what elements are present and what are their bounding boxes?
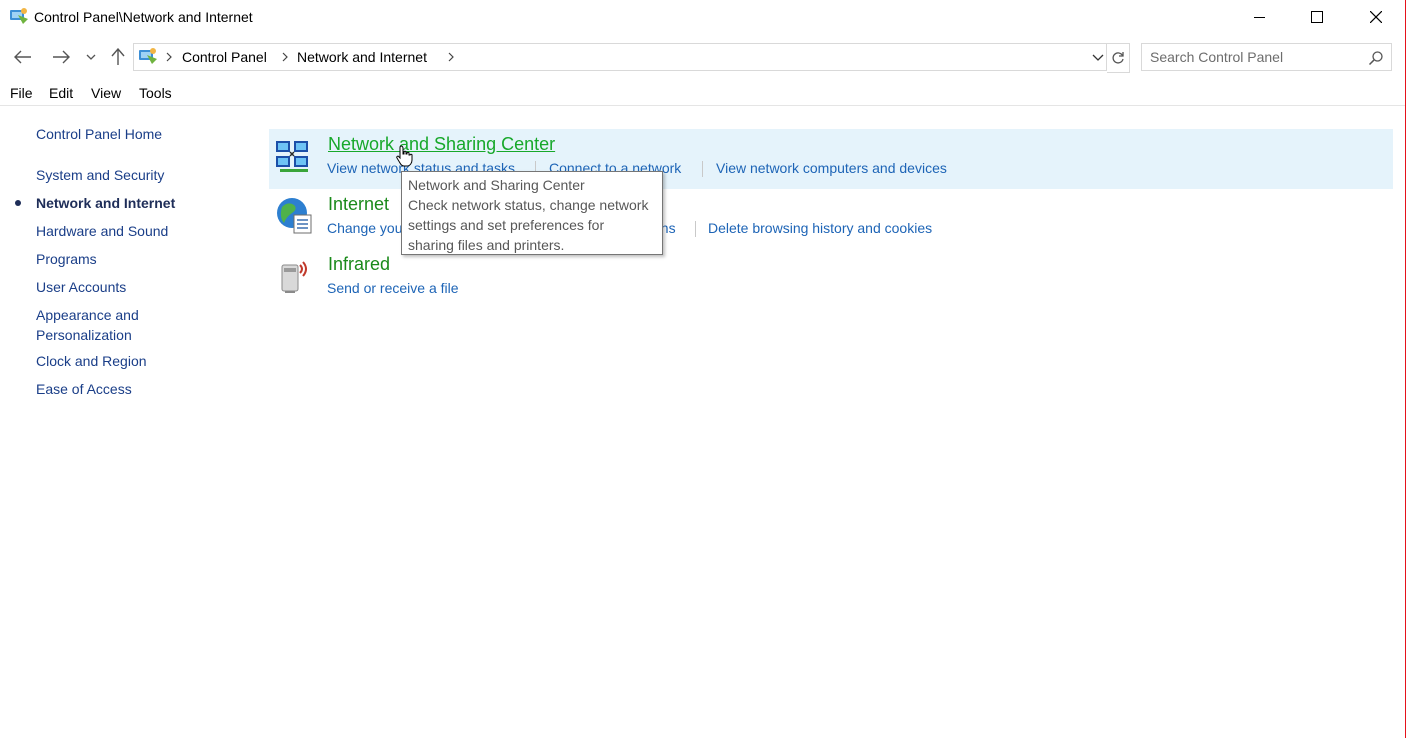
network-sharing-icon <box>276 141 308 172</box>
internet-globe-icon <box>277 198 312 234</box>
category-title-infrared[interactable]: Infrared <box>328 254 390 275</box>
sidebar-item-user-accounts[interactable]: User Accounts <box>36 277 126 297</box>
control-panel-icon <box>10 8 28 24</box>
tooltip: Network and Sharing Center Check network… <box>401 171 663 255</box>
maximize-icon <box>1311 11 1323 23</box>
tooltip-line: sharing files and printers. <box>408 237 565 253</box>
sidebar-item-hardware-and-sound[interactable]: Hardware and Sound <box>36 221 168 241</box>
arrow-right-icon <box>53 50 70 64</box>
task-view-network-computers[interactable]: View network computers and devices <box>716 160 947 176</box>
sidebar-item-system-and-security[interactable]: System and Security <box>36 165 164 185</box>
category-infrared[interactable]: Infrared Send or receive a file <box>269 249 1393 309</box>
maximize-button[interactable] <box>1288 0 1346 34</box>
task-delete-browsing-history[interactable]: Delete browsing history and cookies <box>708 220 932 236</box>
chevron-down-icon <box>86 54 96 60</box>
close-button[interactable] <box>1347 0 1405 34</box>
control-panel-window: Control Panel\Network and Internet Contr… <box>0 0 1406 738</box>
task-change-homepage[interactable]: Change you <box>327 220 403 236</box>
address-bar[interactable]: Control Panel Network and Internet <box>133 43 1107 71</box>
hand-cursor-icon <box>396 145 413 167</box>
minimize-button[interactable] <box>1230 0 1288 34</box>
infrared-icon <box>281 261 307 293</box>
breadcrumb-network-and-internet[interactable]: Network and Internet <box>297 49 427 65</box>
menu-file[interactable]: File <box>10 85 33 101</box>
task-send-or-receive-file[interactable]: Send or receive a file <box>327 280 459 296</box>
sidebar-item-appearance-and-personalization[interactable]: Appearance and Personalization <box>36 305 139 345</box>
search-input[interactable] <box>1150 48 1360 66</box>
category-title-network-and-sharing-center[interactable]: Network and Sharing Center <box>328 134 555 155</box>
search-box[interactable] <box>1141 43 1392 71</box>
sidebar-control-panel-home[interactable]: Control Panel Home <box>36 124 162 144</box>
chevron-down-icon <box>1092 54 1104 61</box>
tooltip-line: settings and set preferences for <box>408 217 605 233</box>
task-separator <box>695 221 696 237</box>
menu-edit[interactable]: Edit <box>49 85 73 101</box>
breadcrumb-separator-icon[interactable] <box>282 52 288 62</box>
tooltip-title: Network and Sharing Center <box>408 177 585 193</box>
control-panel-icon <box>139 48 157 64</box>
sidebar-item-label: Personalization <box>36 327 132 343</box>
back-button[interactable] <box>10 44 36 70</box>
refresh-button[interactable] <box>1107 43 1130 73</box>
refresh-icon <box>1112 52 1124 64</box>
arrow-left-icon <box>14 50 31 64</box>
menu-tools[interactable]: Tools <box>139 85 172 101</box>
address-dropdown-button[interactable] <box>1088 43 1108 71</box>
close-icon <box>1370 11 1382 23</box>
sidebar-item-label: Appearance and <box>36 307 139 323</box>
breadcrumb-control-panel[interactable]: Control Panel <box>182 49 267 65</box>
navigation-bar: Control Panel Network and Internet <box>0 40 1405 74</box>
breadcrumb-separator-icon[interactable] <box>448 52 454 62</box>
sidebar-item-programs[interactable]: Programs <box>36 249 97 269</box>
window-title: Control Panel\Network and Internet <box>34 9 253 25</box>
sidebar-item-clock-and-region[interactable]: Clock and Region <box>36 351 147 371</box>
sidebar-item-network-and-internet: Network and Internet <box>36 195 176 211</box>
active-item-bullet <box>15 200 21 206</box>
menu-view[interactable]: View <box>91 85 121 101</box>
sidebar-item-ease-of-access[interactable]: Ease of Access <box>36 379 132 399</box>
task-separator <box>702 161 703 177</box>
arrow-up-icon <box>111 48 125 65</box>
up-button[interactable] <box>105 44 131 70</box>
forward-button[interactable] <box>48 44 74 70</box>
breadcrumb-separator-icon[interactable] <box>166 52 172 62</box>
category-title-internet-options[interactable]: Internet <box>328 194 389 215</box>
search-icon[interactable] <box>1368 50 1384 66</box>
tooltip-line: Check network status, change network <box>408 197 649 213</box>
recent-locations-button[interactable] <box>80 44 102 70</box>
menu-bar: File Edit View Tools <box>0 82 1405 106</box>
minimize-icon <box>1253 16 1265 18</box>
title-bar[interactable]: Control Panel\Network and Internet <box>0 0 1405 34</box>
